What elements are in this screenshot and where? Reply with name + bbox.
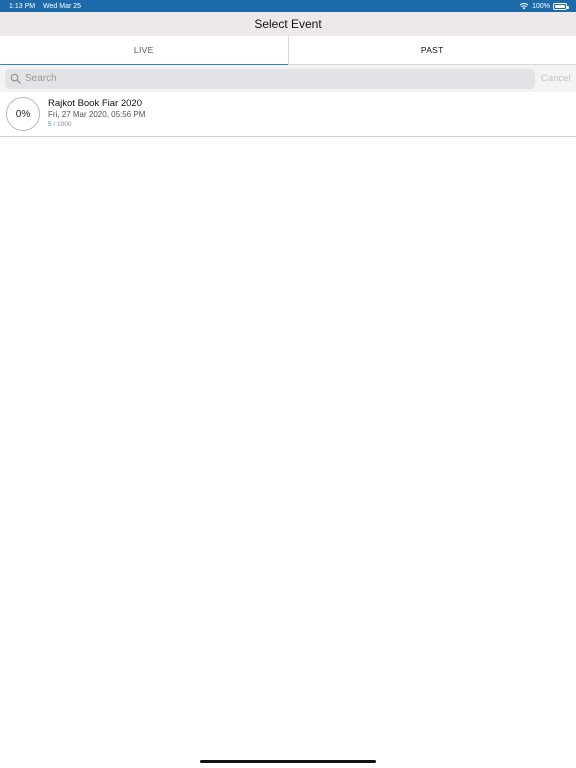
- search-input[interactable]: [25, 73, 505, 84]
- page-title: Select Event: [254, 17, 322, 31]
- tab-bar: LIVE PAST: [0, 36, 576, 65]
- battery-fill: [555, 4, 565, 8]
- status-left: 1:13 PM Wed Mar 25: [9, 3, 87, 10]
- event-count: 5 / 1000: [48, 120, 145, 130]
- cancel-button[interactable]: Cancel: [541, 73, 571, 84]
- battery-percent: 100%: [532, 2, 550, 10]
- tab-live[interactable]: LIVE: [0, 36, 289, 65]
- event-date: Fri, 27 Mar 2020, 05:56 PM: [48, 110, 146, 119]
- event-list: 0% Rajkot Book Fiar 2020 Fri, 27 Mar 202…: [0, 92, 576, 137]
- status-bar: 1:13 PM Wed Mar 25 100%: [0, 0, 576, 12]
- battery-tip: [567, 5, 569, 9]
- event-info: Rajkot Book Fiar 2020 Fri, 27 Mar 2020, …: [48, 98, 145, 130]
- home-indicator: [200, 760, 376, 763]
- list-item[interactable]: 0% Rajkot Book Fiar 2020 Fri, 27 Mar 202…: [0, 92, 576, 137]
- nav-bar: Select Event: [0, 12, 576, 36]
- status-date: Wed Mar 25: [43, 2, 82, 10]
- status-right: 100%: [519, 2, 569, 10]
- search-bar: Cancel: [0, 65, 576, 92]
- search-box[interactable]: [5, 68, 535, 89]
- tab-past[interactable]: PAST: [289, 36, 576, 64]
- progress-circle: 0%: [6, 97, 40, 131]
- wifi-icon: [519, 3, 529, 10]
- battery-icon: [553, 2, 569, 10]
- status-time: 1:13 PM: [9, 2, 36, 10]
- search-icon: [10, 73, 21, 84]
- event-name: Rajkot Book Fiar 2020: [48, 98, 142, 109]
- count-total: 1000: [57, 121, 72, 128]
